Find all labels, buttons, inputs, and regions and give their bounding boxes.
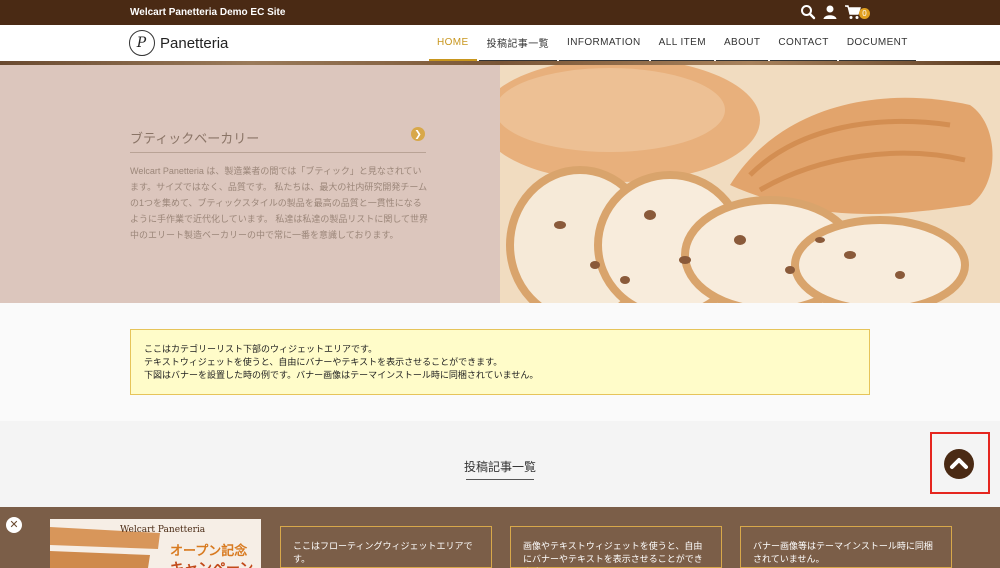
main-nav: HOME 投稿記事一覧 INFORMATION ALL ITEM ABOUT C…	[429, 25, 918, 61]
banner-brand: Welcart Panetteria	[120, 525, 206, 535]
banner-headline: オープン記念	[170, 543, 248, 558]
chevron-up-icon	[950, 458, 968, 469]
nav-contact[interactable]: CONTACT	[770, 25, 837, 61]
posts-section-title: 投稿記事一覧	[463, 460, 536, 474]
banner-subheadline: キャンペーン	[170, 560, 254, 568]
nav-home[interactable]: HOME	[429, 25, 477, 61]
nav-document[interactable]: DOCUMENT	[838, 25, 916, 61]
back-to-top-button[interactable]	[944, 449, 974, 479]
posts-title-underline	[466, 479, 534, 480]
floating-text-box: バナー画像等はテーマインストール時に同梱されていません。	[740, 526, 952, 568]
logo-text[interactable]: Panetteria	[160, 35, 228, 52]
nav-posts[interactable]: 投稿記事一覧	[478, 25, 558, 61]
search-icon[interactable]	[800, 4, 818, 22]
hero-body-text: Welcart Panetteria は、製造業者の間では「ブティック」と見なさ…	[130, 166, 429, 240]
floating-text-box: ここはフローティングウィジェットエリアです。	[280, 526, 492, 568]
cart-count-badge: 0	[859, 8, 870, 19]
notice-line: テキストウィジェットを使うと、自由にバナーやテキストを表示させることができます。	[144, 357, 503, 367]
user-icon[interactable]	[822, 4, 840, 22]
notice-line: 下図はバナーを設置した時の例です。バナー画像はテーマインストール時に同梱されてい…	[144, 370, 539, 380]
nav-all-item[interactable]: ALL ITEM	[650, 25, 714, 61]
close-icon[interactable]: ✕	[6, 517, 22, 533]
svg-text:P: P	[136, 35, 147, 51]
chevron-right-icon[interactable]: ❯	[411, 127, 425, 141]
nav-information[interactable]: INFORMATION	[559, 25, 649, 61]
site-name: Welcart Panetteria Demo EC Site	[130, 7, 286, 18]
logo-icon[interactable]: P	[129, 30, 155, 56]
site-header: P Panetteria HOME 投稿記事一覧 INFORMATION ALL…	[0, 25, 1000, 61]
floating-text-box: 画像やテキストウィジェットを使うと、自由にバナーやテキストを表示させることができ…	[510, 526, 722, 568]
category-widget-notice: ここはカテゴリーリスト下部のウィジェットエリアです。 テキストウィジェットを使う…	[130, 329, 870, 395]
bread-image	[500, 65, 1000, 303]
top-bar: Welcart Panetteria Demo EC Site 0	[0, 0, 1000, 25]
nav-about[interactable]: ABOUT	[715, 25, 769, 61]
hero-title[interactable]: ブティックベーカリー	[130, 128, 259, 147]
hero-divider	[130, 152, 426, 153]
notice-line: ここはカテゴリーリスト下部のウィジェットエリアです。	[144, 344, 378, 354]
